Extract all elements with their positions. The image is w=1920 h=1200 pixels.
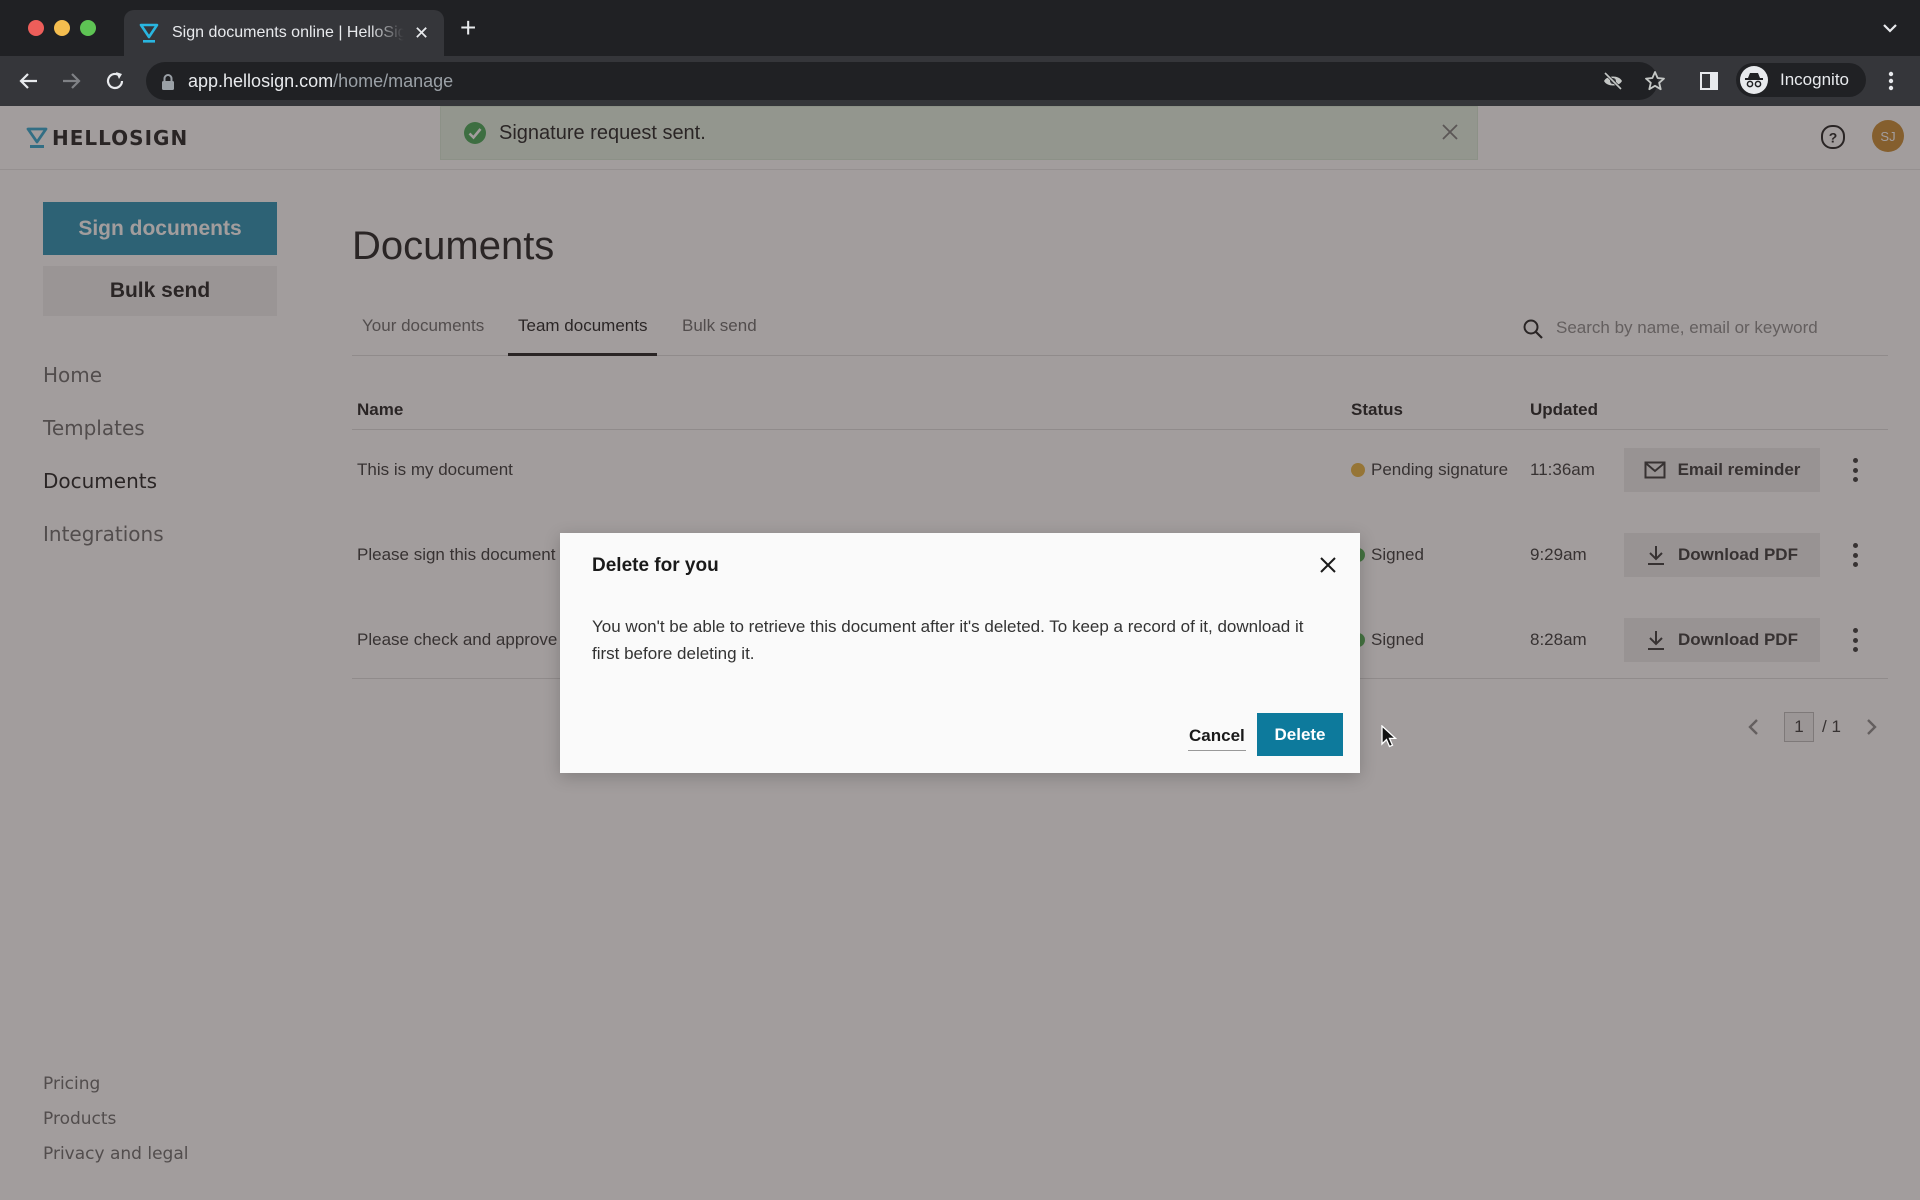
reload-button[interactable] bbox=[102, 68, 128, 94]
browser-tab[interactable]: Sign documents online | HelloSign ✕ bbox=[124, 10, 444, 56]
tab-title: Sign documents online | HelloSign bbox=[172, 24, 404, 41]
window-minimize-button[interactable] bbox=[54, 20, 70, 36]
dialog-message: You won't be able to retrieve this docum… bbox=[592, 617, 1304, 663]
vertical-dots-icon bbox=[1888, 71, 1894, 91]
forward-button[interactable] bbox=[58, 68, 84, 94]
new-tab-button[interactable]: + bbox=[460, 14, 476, 42]
side-panel-icon[interactable] bbox=[1698, 70, 1720, 92]
tab-search-chevron-icon[interactable] bbox=[1880, 20, 1900, 36]
hellosign-favicon-icon bbox=[139, 23, 159, 43]
address-bar[interactable]: app.hellosign.com/home/manage bbox=[146, 62, 1860, 100]
window-maximize-button[interactable] bbox=[80, 20, 96, 36]
eye-slash-icon[interactable] bbox=[1602, 70, 1624, 92]
dialog-close-icon[interactable] bbox=[1316, 553, 1340, 577]
incognito-icon bbox=[1740, 66, 1768, 94]
incognito-profile-button[interactable]: Incognito bbox=[1736, 63, 1866, 97]
incognito-label: Incognito bbox=[1780, 70, 1849, 89]
dialog-title: Delete for you bbox=[592, 555, 719, 576]
bookmark-star-icon[interactable] bbox=[1644, 70, 1666, 92]
forward-arrow-icon bbox=[63, 73, 81, 89]
delete-button[interactable]: Delete bbox=[1257, 713, 1343, 756]
back-button[interactable] bbox=[16, 68, 42, 94]
window-close-button[interactable] bbox=[28, 20, 44, 36]
tab-close-icon[interactable]: ✕ bbox=[414, 23, 429, 44]
reload-icon bbox=[106, 72, 124, 90]
url-text: app.hellosign.com/home/manage bbox=[188, 71, 454, 91]
back-arrow-icon bbox=[19, 73, 37, 89]
mouse-cursor-icon bbox=[1381, 725, 1398, 748]
browser-menu-button[interactable] bbox=[1878, 68, 1904, 94]
browser-toolbar: app.hellosign.com/home/manage Incognito bbox=[0, 56, 1920, 106]
delete-confirmation-dialog: Delete for you You won't be able to retr… bbox=[560, 533, 1360, 773]
cancel-button[interactable]: Cancel bbox=[1188, 721, 1246, 751]
lock-icon bbox=[162, 74, 174, 90]
browser-tabstrip: Sign documents online | HelloSign ✕ + bbox=[0, 0, 1920, 56]
